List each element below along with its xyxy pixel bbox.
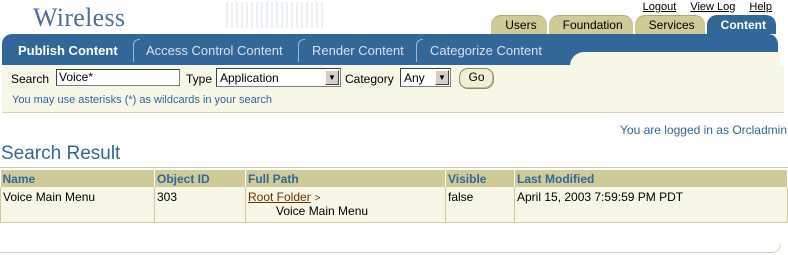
title-divider <box>0 167 788 168</box>
global-links: Logout View Log Help <box>643 1 772 13</box>
type-select-value: Application <box>220 71 279 85</box>
subtab-separator <box>133 39 140 62</box>
subtab-publish-content[interactable]: Publish Content <box>18 43 118 58</box>
cell-last-modified: April 15, 2003 7:59:59 PM PDT <box>514 187 788 223</box>
category-select[interactable]: Any ▼ <box>400 68 451 87</box>
column-header-name: Name <box>0 170 155 187</box>
breadcrumb-separator: > <box>314 193 321 204</box>
app-brand-title: Wireless <box>33 3 126 32</box>
brand-decoration <box>226 2 326 28</box>
chevron-down-icon: ▼ <box>325 70 339 85</box>
logout-link[interactable]: Logout <box>643 1 677 13</box>
subtab-render-content[interactable]: Render Content <box>312 43 404 58</box>
subtab-categorize-content[interactable]: Categorize Content <box>430 43 542 58</box>
column-header-last-modified: Last Modified <box>514 170 788 187</box>
subtab-separator <box>416 39 423 62</box>
chevron-down-icon: ▼ <box>435 70 449 85</box>
table-row: Voice Main Menu 303 Root Folder > Voice M… <box>0 187 788 223</box>
main-tabs: Users Foundation Services Content <box>489 15 776 34</box>
subtab-access-control-content[interactable]: Access Control Content <box>146 43 283 58</box>
tab-foundation[interactable]: Foundation <box>548 15 633 34</box>
type-select[interactable]: Application ▼ <box>216 68 341 87</box>
subtab-separator <box>298 39 305 62</box>
footer-divider <box>0 244 781 253</box>
cell-full-path: Root Folder > Voice Main Menu <box>245 187 446 223</box>
category-label: Category <box>345 72 394 86</box>
view-log-link[interactable]: View Log <box>690 1 735 13</box>
go-button[interactable]: Go <box>459 68 494 89</box>
subtab-bar: Publish Content Access Control Content R… <box>2 34 780 66</box>
tab-content[interactable]: Content <box>706 15 776 34</box>
path-root-folder-link[interactable]: Root Folder <box>248 190 311 204</box>
cell-object-id: 303 <box>154 187 246 223</box>
login-status: You are logged in as Orcladmin <box>620 123 787 137</box>
table-header-row: Name Object ID Full Path Visible Last Mo… <box>0 170 788 187</box>
path-leaf: Voice Main Menu <box>276 204 369 218</box>
tab-users[interactable]: Users <box>491 15 547 34</box>
wildcard-hint: You may use asterisks (*) as wildcards i… <box>12 94 273 106</box>
help-link[interactable]: Help <box>749 1 772 13</box>
search-result-title: Search Result <box>1 143 121 164</box>
search-input[interactable]: Voice* <box>56 69 180 86</box>
cell-name: Voice Main Menu <box>0 187 155 223</box>
search-panel: Search Voice* Type Application ▼ Categor… <box>2 65 784 113</box>
cell-visible: false <box>445 187 515 223</box>
category-select-value: Any <box>404 71 425 85</box>
search-label: Search <box>11 72 50 86</box>
column-header-object-id: Object ID <box>154 170 246 187</box>
results-table: Name Object ID Full Path Visible Last Mo… <box>0 170 788 223</box>
column-header-visible: Visible <box>445 170 515 187</box>
column-header-full-path: Full Path <box>245 170 446 187</box>
subtab-bar-notch <box>570 52 780 66</box>
type-label: Type <box>186 72 213 86</box>
tab-services[interactable]: Services <box>634 15 705 34</box>
